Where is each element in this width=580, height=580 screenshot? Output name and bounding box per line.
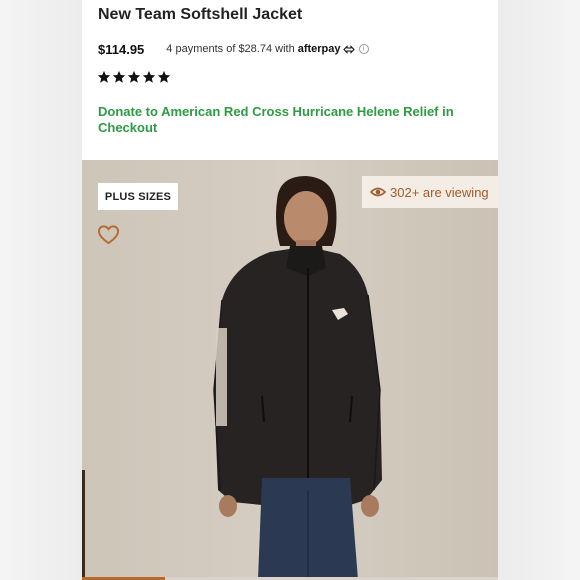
product-image[interactable]: PLUS SIZES 302+ are viewing bbox=[82, 160, 498, 580]
installments-amount: $28.74 bbox=[238, 43, 273, 55]
star-icon bbox=[97, 70, 111, 83]
info-icon[interactable]: i bbox=[358, 44, 369, 54]
afterpay-logo: afterpay bbox=[297, 43, 341, 55]
price-row: $114.95 4 payments of $28.74 with afterp… bbox=[98, 40, 369, 58]
heart-icon[interactable] bbox=[97, 224, 120, 245]
donate-message[interactable]: Donate to American Red Cross Hurricane H… bbox=[98, 104, 468, 136]
star-icon bbox=[157, 70, 171, 83]
right-backdrop bbox=[498, 0, 580, 580]
afterpay-installments[interactable]: 4 payments of $28.74 with afterpay i bbox=[166, 43, 369, 55]
product-title: New Team Softshell Jacket bbox=[98, 6, 303, 23]
product-price: $114.95 bbox=[98, 41, 145, 57]
star-icon bbox=[112, 70, 126, 83]
installments-suffix: with bbox=[275, 43, 295, 55]
jacket-photo bbox=[82, 160, 498, 580]
plus-sizes-badge: PLUS SIZES bbox=[98, 183, 178, 210]
afterpay-mark-icon bbox=[342, 44, 355, 54]
installments-prefix: 4 payments of bbox=[166, 43, 236, 55]
rating-stars[interactable] bbox=[97, 70, 171, 84]
product-card: New Team Softshell Jacket $114.95 4 paym… bbox=[82, 0, 498, 580]
viewers-badge: 302+ are viewing bbox=[362, 176, 498, 208]
star-icon bbox=[142, 70, 156, 83]
left-backdrop bbox=[0, 0, 82, 580]
star-icon bbox=[127, 70, 141, 83]
viewers-text: 302+ are viewing bbox=[390, 184, 489, 200]
eye-icon bbox=[370, 187, 386, 197]
